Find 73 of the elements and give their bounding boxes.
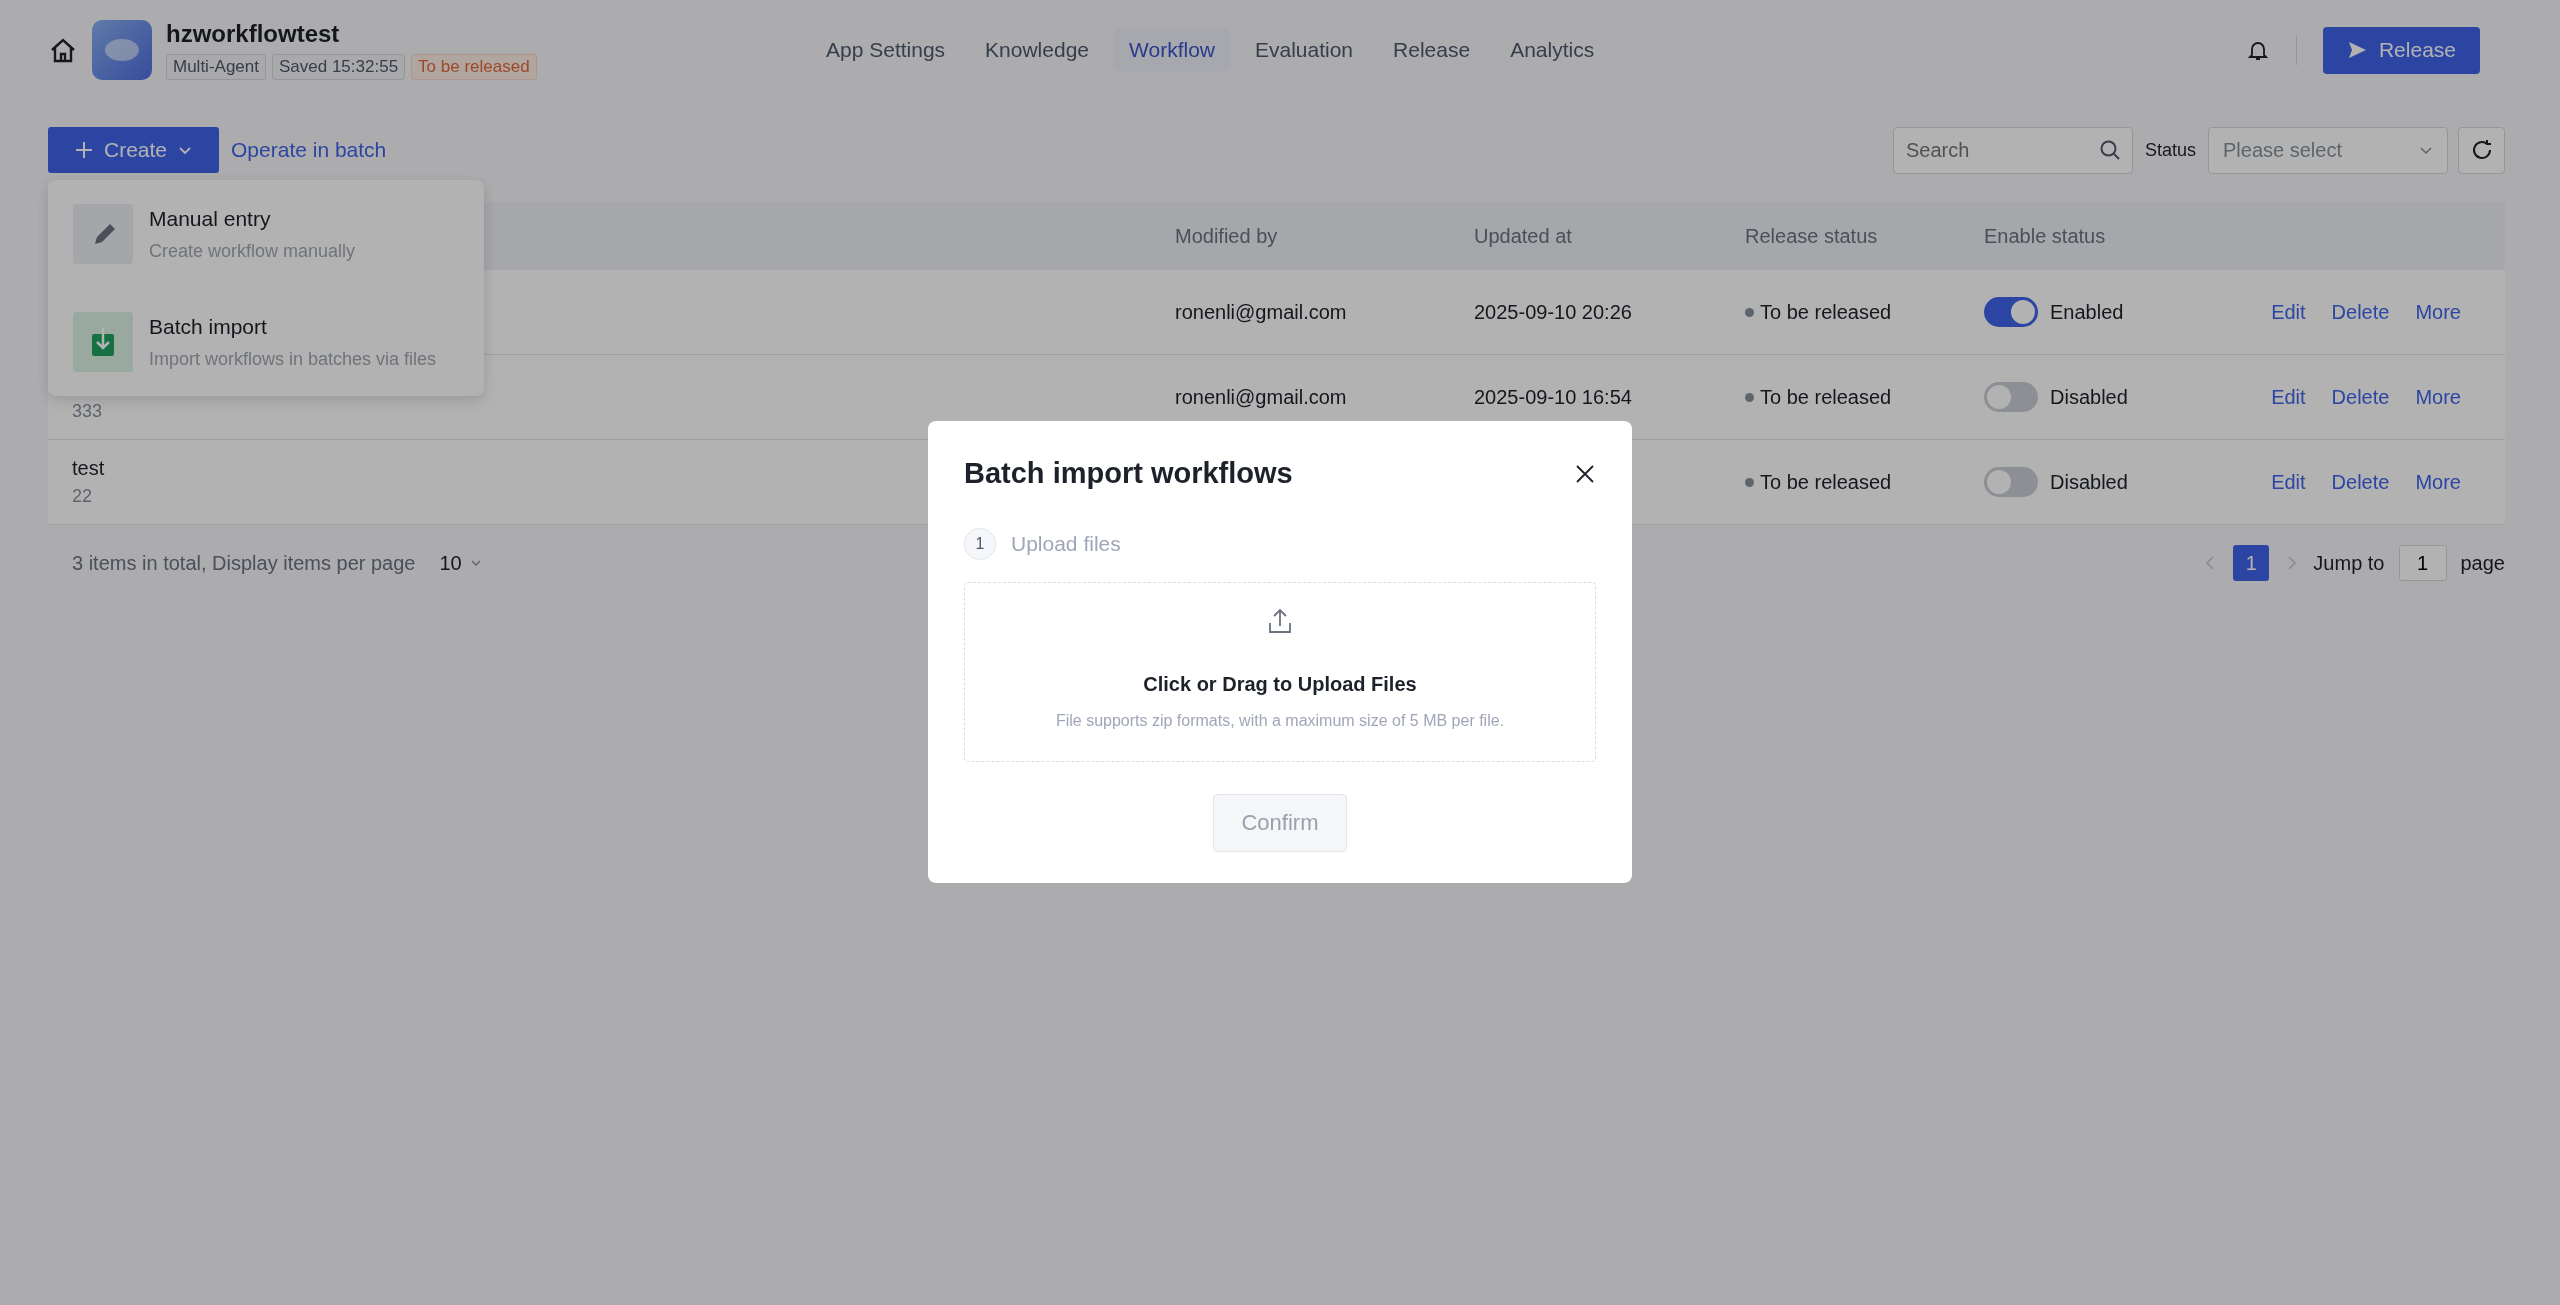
page-number[interactable]: 1	[2233, 545, 2270, 581]
enable-toggle[interactable]	[1984, 297, 2038, 327]
app-name: hzworkflowtest	[166, 20, 341, 48]
table-cell: 2025-09-10 16:54	[1474, 385, 1632, 408]
plus-icon	[74, 140, 94, 160]
table-cell: ronenli@gmail.com	[1175, 300, 1347, 323]
pencil-icon	[73, 204, 133, 264]
workflow-description: 22	[72, 486, 93, 507]
status-tag: Multi-Agent	[166, 54, 266, 80]
search-field[interactable]: Search	[1892, 126, 2133, 174]
enable-label: Disabled	[2050, 470, 2128, 494]
close-icon[interactable]	[1574, 462, 1596, 485]
page-label: page	[2460, 551, 2505, 575]
nav-tab[interactable]: App Settings	[810, 28, 962, 72]
upload-hint: File supports zip formats, with a maximum size of 5 MB per file.	[1055, 712, 1505, 730]
status-dot	[1745, 307, 1754, 317]
enable-toggle[interactable]	[1984, 382, 2038, 412]
create-button[interactable]: Create	[48, 127, 220, 173]
action-link[interactable]: More	[2415, 300, 2461, 324]
app-logo	[92, 20, 152, 80]
refresh-button[interactable]	[2458, 126, 2505, 174]
send-icon	[2346, 40, 2367, 60]
jump-field[interactable]: 1	[2398, 545, 2447, 581]
workflow-name: test	[72, 457, 105, 480]
table-cell: 2025-09-10 20:26	[1474, 300, 1632, 323]
step-label: Upload files	[1011, 532, 1121, 556]
enable-label: Disabled	[2050, 385, 2128, 409]
column-header: Updated at	[1473, 224, 1573, 248]
release-status: To be released	[1760, 300, 1892, 324]
step-number: 1	[964, 528, 996, 560]
status-tag: Saved 15:32:55	[272, 54, 406, 80]
table-cell: ronenli@gmail.com	[1175, 385, 1347, 408]
nav-tab[interactable]: Release	[1377, 28, 1487, 72]
menu-item-description: Import workflows in batches via files	[149, 348, 437, 370]
download-icon	[73, 312, 133, 372]
status-dot	[1745, 477, 1754, 487]
nav-tab[interactable]: Workflow	[1113, 28, 1231, 72]
column-header: Enable status	[1983, 224, 2107, 248]
status-dot	[1745, 392, 1754, 402]
page-size-select[interactable]: 10	[439, 551, 482, 575]
nav-tab[interactable]: Knowledge	[969, 28, 1105, 72]
dialog-title: Batch import workflows	[964, 457, 1293, 490]
nav-tab[interactable]: Analytics	[1494, 28, 1611, 72]
action-link[interactable]: Edit	[2271, 385, 2306, 409]
release-button[interactable]: Release	[2322, 26, 2480, 74]
upload-title: Click or Drag to Upload Files	[1143, 673, 1417, 696]
upload-icon	[1266, 607, 1294, 635]
upload-area[interactable]: Click or Drag to Upload Files File supports zip formats, with a maximum size of 5 MB per file.	[964, 582, 1596, 762]
release-status: To be released	[1760, 385, 1892, 409]
action-link[interactable]: Edit	[2271, 470, 2306, 494]
action-link[interactable]: Edit	[2271, 300, 2306, 324]
action-link[interactable]: More	[2415, 470, 2461, 494]
enable-label: Enabled	[2050, 300, 2124, 324]
nav-tab[interactable]: Evaluation	[1239, 28, 1370, 72]
action-link[interactable]: More	[2415, 385, 2461, 409]
menu-item-title[interactable]: Batch import	[149, 314, 437, 339]
action-link[interactable]: Delete	[2331, 300, 2390, 324]
batch-link[interactable]: Operate in batch	[231, 138, 387, 162]
search-icon[interactable]	[2098, 138, 2121, 161]
jump-label: Jump to	[2313, 551, 2385, 575]
workflow-description: 333	[72, 401, 103, 422]
pagination-summary: 3 items in total, Display items per page	[72, 551, 416, 575]
action-link[interactable]: Delete	[2331, 470, 2390, 494]
action-link[interactable]: Delete	[2331, 385, 2390, 409]
menu-item-title[interactable]: Manual entry	[149, 206, 356, 231]
column-header: Modified by	[1174, 224, 1279, 248]
status-tag: To be released	[411, 54, 537, 80]
status-label: Status	[2144, 139, 2196, 161]
release-status: To be released	[1760, 470, 1892, 494]
enable-toggle[interactable]	[1984, 467, 2038, 497]
menu-item-description: Create workflow manually	[149, 240, 356, 262]
column-header: Release status	[1744, 224, 1879, 248]
status-select[interactable]: Please select	[2208, 126, 2448, 174]
